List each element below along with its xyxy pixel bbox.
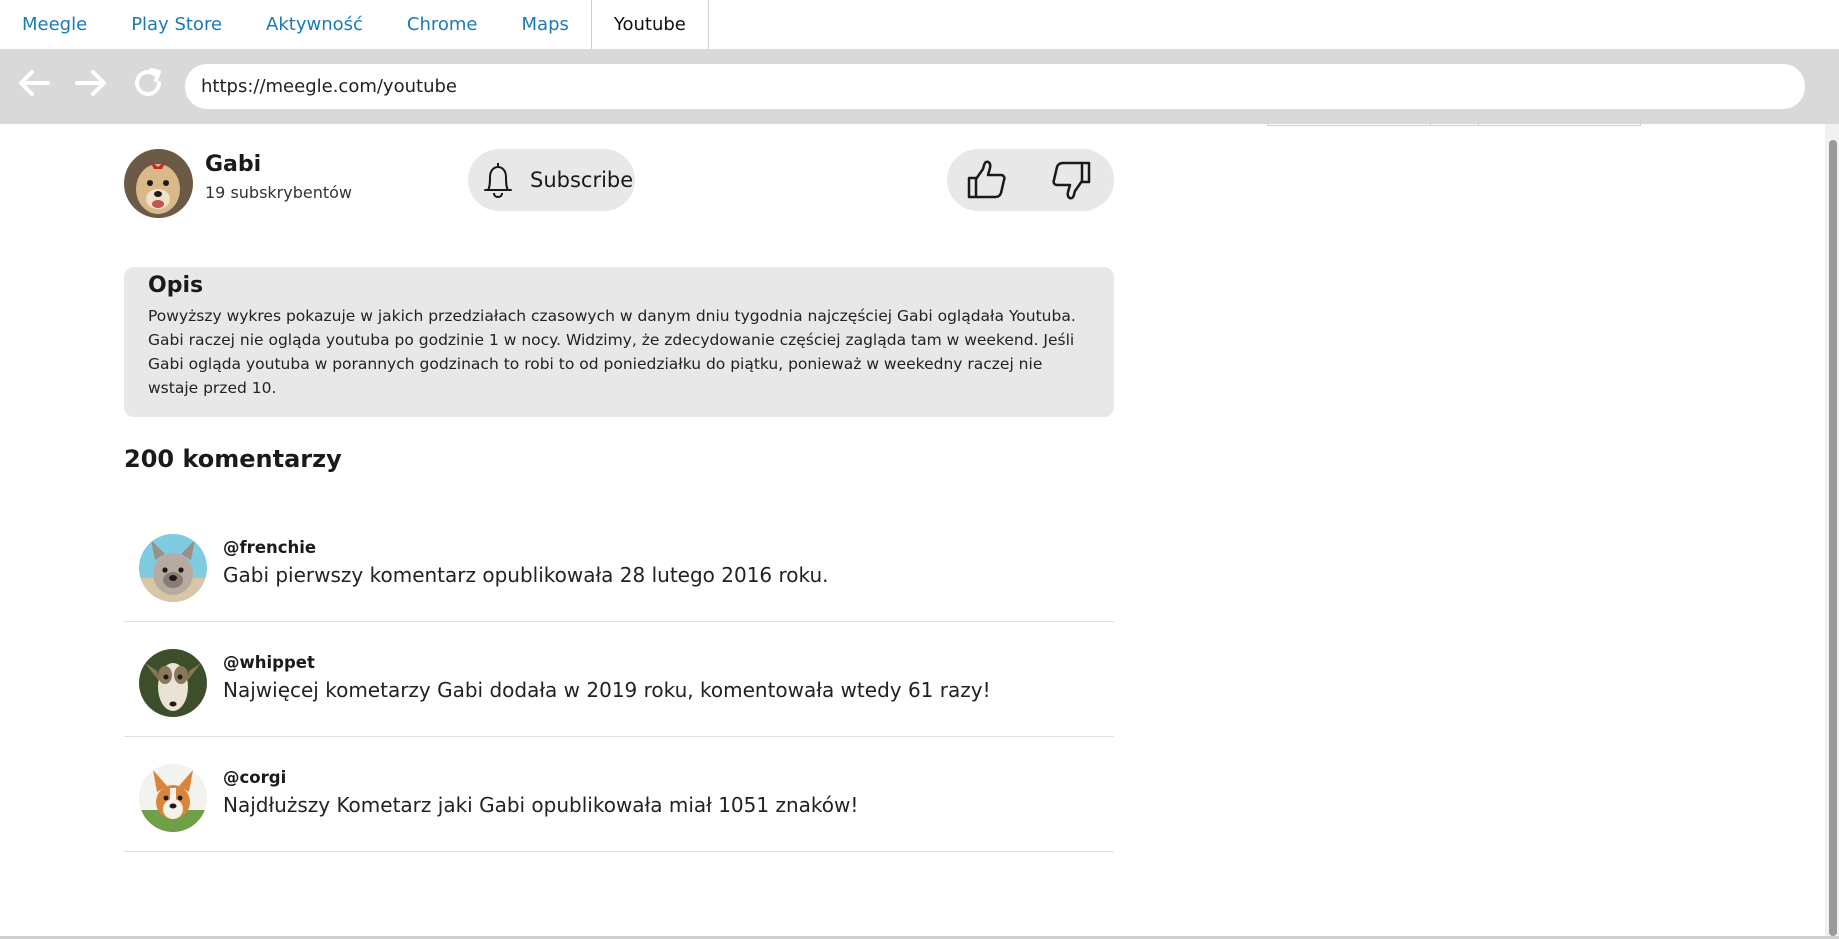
reload-icon bbox=[135, 68, 161, 96]
url-input[interactable]: https://meegle.com/youtube bbox=[185, 64, 1805, 109]
comment-text: Najwięcej kometarzy Gabi dodała w 2019 r… bbox=[223, 678, 991, 702]
arrow-right-icon bbox=[75, 70, 106, 96]
description-title: Opis bbox=[148, 273, 204, 298]
back-button[interactable] bbox=[14, 63, 54, 103]
channel-name[interactable]: Gabi bbox=[205, 152, 261, 177]
comment-item: @frenchie Gabi pierwszy komentarz opubli… bbox=[124, 507, 1114, 622]
subscribe-button[interactable]: Subscribe bbox=[468, 149, 635, 211]
comment-username[interactable]: @whippet bbox=[223, 653, 315, 672]
arrow-left-icon bbox=[19, 70, 50, 96]
dislike-button[interactable] bbox=[1047, 157, 1095, 203]
tab-maps[interactable]: Maps bbox=[500, 0, 591, 49]
tab-meegle[interactable]: Meegle bbox=[0, 0, 109, 49]
frenchie-avatar-image bbox=[139, 534, 207, 602]
description-text: Powyższy wykres pokazuje w jakich przedz… bbox=[148, 307, 1076, 397]
description-box: Opis Powyższy wykres pokazuje w jakich p… bbox=[124, 267, 1114, 417]
commenter-avatar[interactable] bbox=[139, 649, 207, 717]
dog-avatar-image bbox=[124, 149, 193, 218]
tab-bar: Meegle Play Store Aktywność Chrome Maps … bbox=[0, 0, 1839, 49]
reaction-bar bbox=[947, 149, 1114, 211]
comment-username[interactable]: @corgi bbox=[223, 768, 286, 787]
channel-avatar[interactable] bbox=[124, 149, 193, 218]
tab-play-store[interactable]: Play Store bbox=[109, 0, 244, 49]
comment-text: Gabi pierwszy komentarz opublikowała 28 … bbox=[223, 563, 829, 587]
comments-count: 200 komentarzy bbox=[124, 445, 342, 473]
comment-text: Najdłuższy Kometarz jaki Gabi opublikowa… bbox=[223, 793, 859, 817]
subscribe-label: Subscribe bbox=[530, 168, 634, 192]
commenter-avatar[interactable] bbox=[139, 534, 207, 602]
commenter-avatar[interactable] bbox=[139, 764, 207, 832]
bell-icon bbox=[484, 163, 512, 199]
subscriber-count: 19 subskrybentów bbox=[205, 183, 353, 202]
comment-item: @whippet Najwięcej kometarzy Gabi dodała… bbox=[124, 622, 1114, 737]
address-bar-area: https://meegle.com/youtube bbox=[0, 49, 1839, 124]
tab-aktywnosc[interactable]: Aktywność bbox=[244, 0, 385, 49]
tab-youtube[interactable]: Youtube bbox=[590, 0, 709, 49]
reload-button[interactable] bbox=[128, 63, 168, 103]
thumbs-up-icon bbox=[967, 160, 1006, 199]
divider bbox=[1478, 118, 1479, 126]
thumbs-down-icon bbox=[1052, 161, 1091, 200]
comment-username[interactable]: @frenchie bbox=[223, 538, 316, 557]
comment-item: @corgi Najdłuższy Kometarz jaki Gabi opu… bbox=[124, 737, 1114, 852]
divider bbox=[1430, 118, 1431, 126]
partial-control-edge bbox=[1267, 118, 1641, 126]
scrollbar-thumb[interactable] bbox=[1829, 140, 1837, 936]
whippet-avatar-image bbox=[139, 649, 207, 717]
tab-chrome[interactable]: Chrome bbox=[385, 0, 500, 49]
like-button[interactable] bbox=[963, 157, 1011, 203]
corgi-avatar-image bbox=[139, 764, 207, 832]
forward-button[interactable] bbox=[71, 63, 111, 103]
